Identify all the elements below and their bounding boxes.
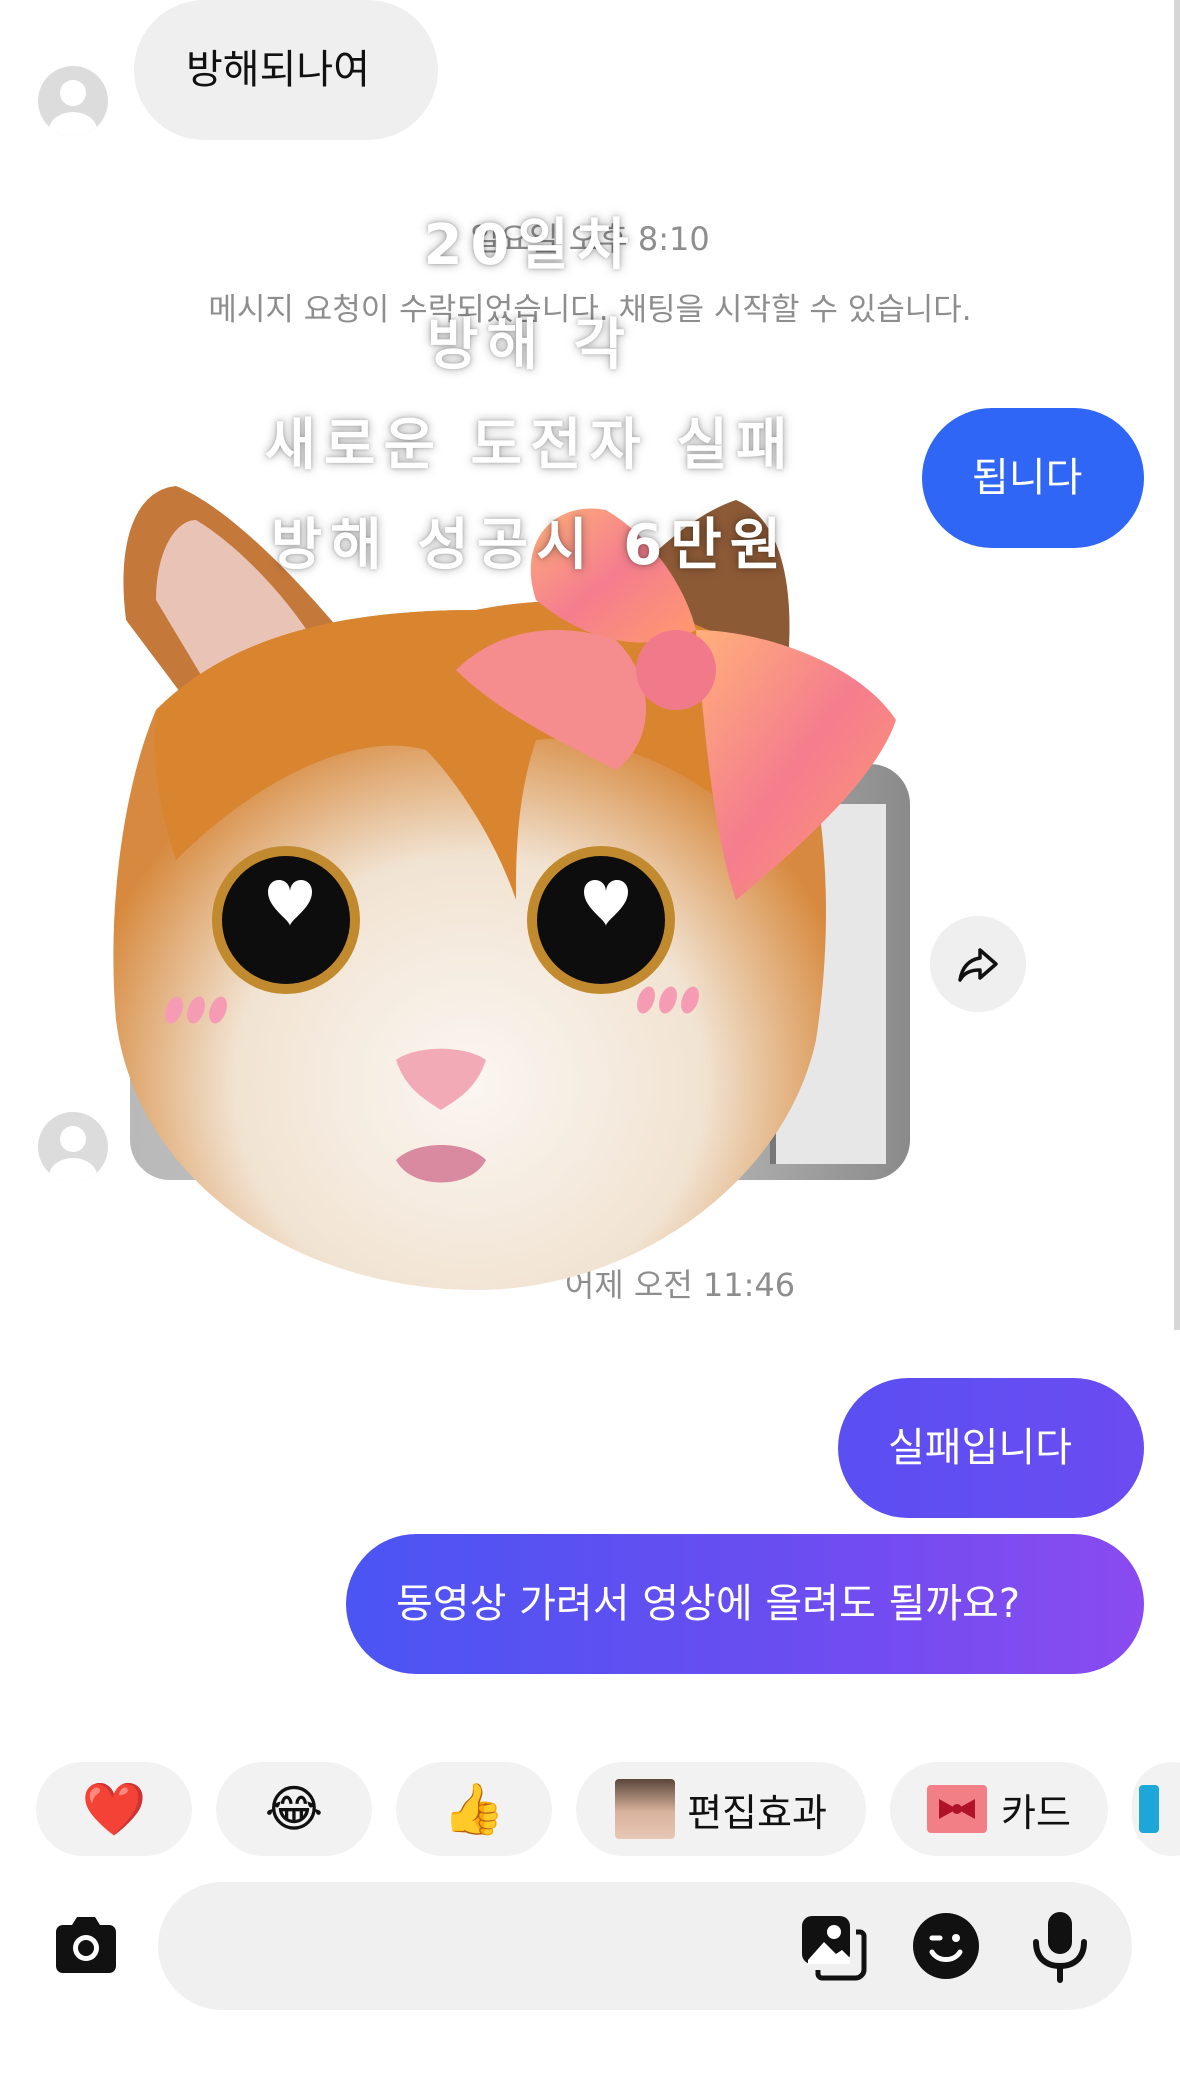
- outgoing-message[interactable]: 실패입니다: [838, 1378, 1144, 1518]
- incoming-message[interactable]: 방해되나여: [134, 0, 438, 140]
- quick-reply-edit-effects[interactable]: 편집효과: [576, 1762, 866, 1856]
- quick-reply-heart[interactable]: ❤️: [36, 1762, 192, 1856]
- card-label: 카드: [1001, 1790, 1071, 1835]
- share-icon: [958, 948, 998, 982]
- quick-reply-card[interactable]: 카드: [890, 1762, 1108, 1856]
- sticker-icon: [913, 1913, 979, 1979]
- more-icon: [1139, 1785, 1159, 1833]
- quick-reply-thumbs-up[interactable]: 👍: [396, 1762, 552, 1856]
- overlay-line: 새로운 도전자 실패: [264, 413, 796, 478]
- thumbs-up-icon: 👍: [442, 1779, 506, 1838]
- quick-reply-more[interactable]: [1132, 1762, 1180, 1856]
- outgoing-message[interactable]: 동영상 가려서 영상에 올려도 될까요?: [346, 1534, 1144, 1674]
- gallery-icon: [802, 1916, 867, 1981]
- laughing-emoji-icon: 😂: [264, 1780, 324, 1838]
- microphone-icon: [1033, 1912, 1087, 1983]
- cat-sticker: [113, 486, 896, 1290]
- quick-reply-laugh[interactable]: 😂: [216, 1762, 372, 1856]
- edit-effects-label: 편집효과: [687, 1790, 827, 1835]
- heart-icon: ❤️: [81, 1779, 147, 1840]
- scrollbar[interactable]: [1174, 0, 1180, 1330]
- ribbon-card-icon: [927, 1785, 988, 1833]
- overlay-line: 방해 성공시 6만원: [270, 513, 790, 578]
- overlay-line: 20일차: [423, 213, 637, 278]
- camera-icon: [56, 1917, 116, 1973]
- sender-avatar[interactable]: [38, 66, 108, 136]
- gallery-button[interactable]: [796, 1910, 868, 1982]
- camera-button[interactable]: [48, 1908, 124, 1984]
- sticker-button[interactable]: [910, 1910, 982, 1982]
- message-input[interactable]: [158, 1882, 1132, 2010]
- share-button[interactable]: [930, 916, 1026, 1012]
- face-thumbnail-icon: [615, 1779, 676, 1839]
- overlay-line: 방해 각: [426, 313, 634, 378]
- microphone-button[interactable]: [1024, 1908, 1096, 1984]
